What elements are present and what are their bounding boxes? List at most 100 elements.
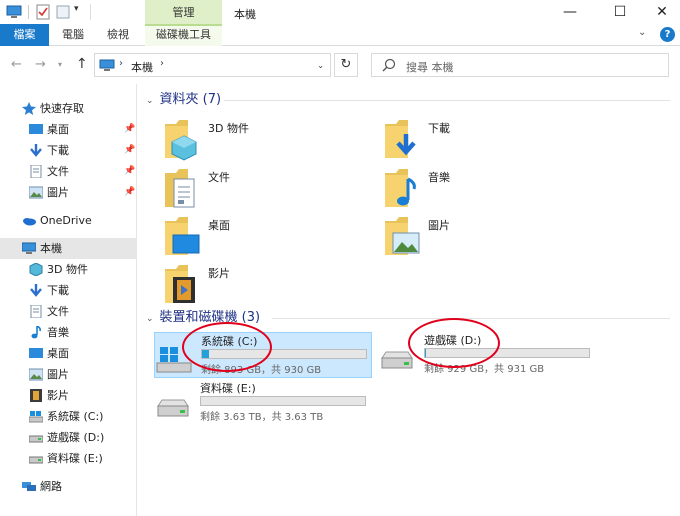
folder-downloads[interactable]: 下載 (384, 118, 584, 164)
sidebar-item-label: 影片 (47, 389, 69, 402)
folders-group-title: 資料夾 (7) (159, 92, 222, 107)
sidebar-item-videos[interactable]: 影片 (0, 385, 137, 406)
maximize-button[interactable]: ☐ (598, 0, 642, 24)
folder-label: 音樂 (428, 171, 450, 184)
sidebar-item-this-pc[interactable]: 本機 (0, 238, 137, 259)
picture-icon (29, 186, 43, 199)
quick-access-separator (28, 5, 29, 19)
videos-folder-icon (165, 265, 195, 303)
pin-icon[interactable]: 📌 (124, 140, 135, 161)
sidebar-item-desktop-pc[interactable]: 桌面 (0, 343, 137, 364)
annotation-circle (408, 318, 500, 368)
sidebar-item-label: 文件 (47, 305, 69, 318)
3d-objects-folder-icon (165, 120, 197, 161)
collapse-chevron-icon[interactable]: ⌄ (146, 96, 154, 106)
folder-label: 桌面 (208, 219, 230, 232)
music-folder-icon (385, 169, 416, 207)
folder-videos[interactable]: 影片 (164, 263, 364, 309)
desktop-folder-icon (165, 217, 200, 255)
sidebar-item-label: 音樂 (47, 326, 69, 339)
sidebar-item-3d-objects[interactable]: 3D 物件 (0, 259, 137, 280)
sidebar-item-music[interactable]: 音樂 (0, 322, 137, 343)
drive-icon (29, 456, 43, 464)
sidebar-item-pictures-pc[interactable]: 圖片 (0, 364, 137, 385)
close-button[interactable]: ✕ (640, 0, 680, 24)
cloud-icon (23, 218, 36, 226)
folder-desktop[interactable]: 桌面 (164, 215, 364, 261)
sidebar-item-desktop[interactable]: 桌面 📌 (0, 119, 137, 140)
breadcrumb-item[interactable]: 本機 (131, 59, 153, 75)
pin-icon[interactable]: 📌 (124, 182, 135, 203)
folder-label: 3D 物件 (208, 122, 249, 135)
collapse-chevron-icon[interactable]: ⌄ (146, 314, 154, 324)
address-history-chevron-icon[interactable]: ⌄ (317, 61, 324, 70)
star-icon (22, 102, 36, 115)
tab-file[interactable]: 檔案 (0, 24, 49, 46)
pin-icon[interactable]: 📌 (124, 119, 135, 140)
sidebar-item-onedrive[interactable]: OneDrive (0, 210, 137, 231)
folder-pictures[interactable]: 圖片 (384, 215, 584, 261)
refresh-button[interactable]: ↻ (334, 53, 358, 77)
sidebar-item-downloads-pc[interactable]: 下載 (0, 280, 137, 301)
sidebar-item-label: 3D 物件 (47, 263, 88, 276)
sidebar-item-label: 系統碟 (C:) (47, 410, 104, 423)
address-bar[interactable]: › 本機 › ⌄ (94, 53, 331, 77)
sidebar-item-label: 文件 (47, 165, 69, 178)
folder-3d-objects[interactable]: 3D 物件 (164, 118, 364, 164)
tab-drive-tools[interactable]: 磁碟機工具 (145, 24, 222, 46)
sidebar-item-label: 桌面 (47, 123, 69, 136)
documents-folder-icon (165, 169, 195, 208)
recent-locations-chevron-icon[interactable]: ▾ (58, 60, 62, 69)
computer-icon[interactable] (6, 4, 22, 20)
forward-arrow-icon[interactable]: → (35, 57, 46, 72)
help-icon[interactable]: ? (660, 27, 675, 42)
context-tab-group-label: 管理 (145, 0, 222, 24)
properties-icon[interactable] (36, 4, 50, 20)
sidebar-item-drive-e[interactable]: 資料碟 (E:) (0, 448, 137, 469)
minimize-button[interactable]: — (548, 0, 592, 24)
breadcrumb-chevron-icon[interactable]: › (160, 58, 164, 69)
sidebar-item-documents[interactable]: 文件 📌 (0, 161, 137, 182)
search-placeholder: 搜尋 本機 (406, 61, 454, 74)
expand-ribbon-chevron-icon[interactable]: ⌄ (638, 27, 646, 38)
annotation-circle (182, 322, 272, 372)
drive-e[interactable]: 資料碟 (E:) 剩餘 3.63 TB，共 3.63 TB (154, 380, 372, 426)
content-pane: ⌄ 資料夾 (7) 3D 物件 下載 文件 音樂 桌面 圖片 影片 ⌄ 裝置和磁碟機… (138, 84, 680, 516)
pin-icon[interactable]: 📌 (124, 161, 135, 182)
downloads-folder-icon (385, 120, 416, 158)
sidebar-item-pictures[interactable]: 圖片 📌 (0, 182, 137, 203)
drive-icon (157, 399, 189, 417)
customize-toolbar-chevron-icon[interactable]: ▾ (74, 4, 79, 14)
tab-view[interactable]: 檢視 (98, 24, 138, 46)
back-arrow-icon[interactable]: ← (11, 57, 22, 72)
picture-icon (29, 368, 43, 381)
sidebar-item-label: 遊戲碟 (D:) (47, 431, 105, 444)
drive-icon (29, 435, 43, 443)
folder-label: 圖片 (428, 219, 450, 232)
sidebar-item-network[interactable]: 網路 (0, 476, 137, 497)
folder-music[interactable]: 音樂 (384, 167, 584, 213)
folder-documents[interactable]: 文件 (164, 167, 364, 213)
sidebar-item-downloads[interactable]: 下載 📌 (0, 140, 137, 161)
music-note-icon (31, 326, 41, 339)
sidebar-item-documents-pc[interactable]: 文件 (0, 301, 137, 322)
up-arrow-icon[interactable]: ↑ (76, 56, 88, 72)
folders-group-header[interactable]: ⌄ 資料夾 (7) (146, 90, 221, 110)
sidebar-item-drive-d[interactable]: 遊戲碟 (D:) (0, 427, 137, 448)
new-folder-icon[interactable] (56, 4, 70, 20)
folder-label: 下載 (428, 122, 450, 135)
computer-icon (99, 59, 115, 71)
desktop-icon (29, 348, 43, 358)
search-box[interactable]: 搜尋 本機 (371, 53, 669, 77)
sidebar-item-label: OneDrive (40, 214, 92, 227)
sidebar-item-label: 下載 (47, 284, 69, 297)
tab-computer[interactable]: 電腦 (52, 24, 94, 46)
ribbon-tabs: 檔案 電腦 檢視 磁碟機工具 ⌄ ? (0, 24, 680, 46)
title-separator (90, 4, 91, 20)
sidebar-item-label: 網路 (40, 480, 62, 493)
sidebar-item-label: 資料碟 (E:) (47, 452, 103, 465)
sidebar-item-quick-access[interactable]: 快速存取 (0, 98, 137, 119)
document-icon (30, 165, 42, 178)
breadcrumb-chevron-icon[interactable]: › (119, 58, 123, 69)
sidebar-item-drive-c[interactable]: 系統碟 (C:) (0, 406, 137, 427)
